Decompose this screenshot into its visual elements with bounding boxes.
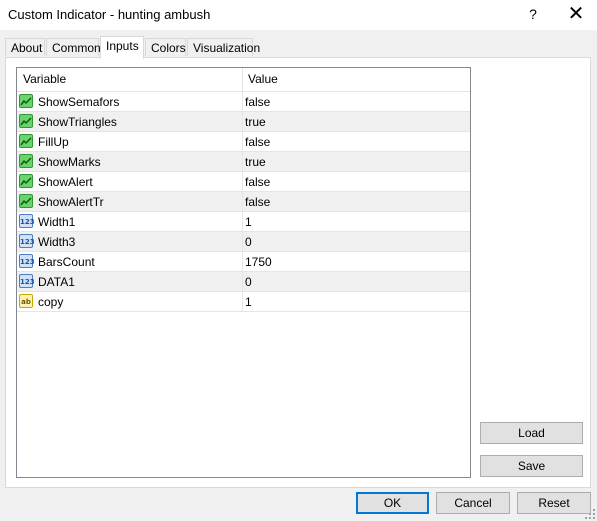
close-button[interactable]: ✕	[555, 0, 597, 30]
header-variable[interactable]: Variable	[23, 68, 66, 91]
tab-visualization[interactable]: Visualization	[187, 38, 260, 56]
column-separator	[242, 212, 243, 232]
variable-name: ShowAlert	[38, 175, 93, 189]
table-row[interactable]: ShowSemafors false	[17, 92, 470, 112]
integer-icon: 123	[19, 214, 35, 228]
integer-icon: 123	[19, 234, 35, 248]
column-separator	[242, 92, 243, 112]
title-bar: Custom Indicator - hunting ambush ? ✕	[0, 0, 597, 30]
tab-about[interactable]: About	[5, 38, 45, 56]
variable-value[interactable]: 0	[245, 232, 252, 252]
load-button[interactable]: Load	[480, 422, 583, 444]
variable-name: FillUp	[38, 135, 69, 149]
bool-icon	[19, 94, 33, 108]
table-row[interactable]: ShowTriangles true	[17, 112, 470, 132]
column-separator	[242, 192, 243, 212]
table-row[interactable]: 123 Width3 0	[17, 232, 470, 252]
tab-colors[interactable]: Colors	[145, 38, 186, 56]
table-row[interactable]: ShowMarks true	[17, 152, 470, 172]
help-button[interactable]: ?	[518, 0, 548, 30]
column-separator	[242, 112, 243, 132]
variable-value[interactable]: 1750	[245, 252, 272, 272]
variable-name: Width3	[38, 235, 76, 249]
variable-value[interactable]: 1	[245, 212, 252, 232]
integer-icon: 123	[19, 274, 35, 288]
variable-name: ShowAlertTr	[38, 195, 104, 209]
ok-button[interactable]: OK	[356, 492, 429, 514]
header-separator	[242, 68, 243, 91]
variable-value[interactable]: false	[245, 172, 270, 192]
variable-value[interactable]: true	[245, 112, 266, 132]
table-row[interactable]: 123 BarsCount 1750	[17, 252, 470, 272]
variable-name: ShowSemafors	[38, 95, 120, 109]
variable-value[interactable]: 0	[245, 272, 252, 292]
column-separator	[242, 152, 243, 172]
header-value[interactable]: Value	[248, 68, 278, 91]
variable-value[interactable]: true	[245, 152, 266, 172]
table-row[interactable]: ShowAlertTr false	[17, 192, 470, 212]
cancel-button[interactable]: Cancel	[436, 492, 510, 514]
column-separator	[242, 292, 243, 312]
window-title: Custom Indicator - hunting ambush	[8, 7, 211, 22]
table-row[interactable]: ShowAlert false	[17, 172, 470, 192]
table-row[interactable]: 123 DATA1 0	[17, 272, 470, 292]
table-row[interactable]: FillUp false	[17, 132, 470, 152]
bool-icon	[19, 174, 33, 188]
reset-button[interactable]: Reset	[517, 492, 591, 514]
variable-name: ShowMarks	[38, 155, 101, 169]
column-separator	[242, 272, 243, 292]
table-row[interactable]: 123 Width1 1	[17, 212, 470, 232]
tab-inputs[interactable]: Inputs	[100, 36, 144, 59]
column-separator	[242, 132, 243, 152]
resize-grip-icon[interactable]	[585, 509, 595, 519]
save-button[interactable]: Save	[480, 455, 583, 477]
bool-icon	[19, 114, 33, 128]
bool-icon	[19, 194, 33, 208]
variable-value[interactable]: false	[245, 192, 270, 212]
integer-icon: 123	[19, 254, 35, 268]
variable-name: Width1	[38, 215, 76, 229]
column-separator	[242, 252, 243, 272]
variable-name: ShowTriangles	[38, 115, 117, 129]
string-icon: ab	[19, 294, 33, 308]
variable-name: copy	[38, 295, 64, 309]
tab-common[interactable]: Common	[46, 38, 101, 56]
variable-name: BarsCount	[38, 255, 95, 269]
variable-value[interactable]: 1	[245, 292, 252, 312]
column-separator	[242, 232, 243, 252]
variable-name: DATA1	[38, 275, 75, 289]
bool-icon	[19, 154, 33, 168]
grid-header: Variable Value	[17, 68, 470, 92]
column-separator	[242, 172, 243, 192]
table-row[interactable]: ab copy 1	[17, 292, 470, 312]
bool-icon	[19, 134, 33, 148]
inputs-grid: Variable Value ShowSemafors false ShowTr…	[16, 67, 471, 478]
variable-value[interactable]: false	[245, 92, 270, 112]
variable-value[interactable]: false	[245, 132, 270, 152]
